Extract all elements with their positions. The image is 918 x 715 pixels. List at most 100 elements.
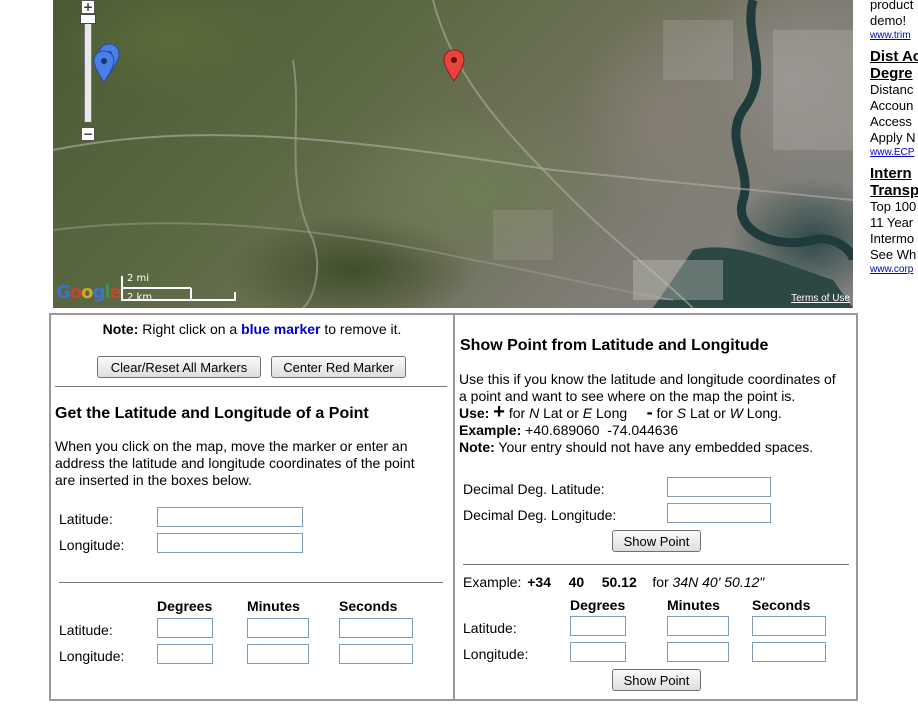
latitude-minutes-input[interactable] xyxy=(667,616,729,636)
get-lat-lon-heading: Get the Latitude and Longitude of a Poin… xyxy=(55,405,369,422)
longitude-minutes-input[interactable] xyxy=(667,642,729,662)
note-line: Note: Your entry should not have any emb… xyxy=(459,439,854,456)
center-red-marker-button[interactable]: Center Red Marker xyxy=(271,356,406,378)
latitude-input[interactable] xyxy=(157,507,303,527)
example-degrees: +34 xyxy=(527,574,551,590)
example-line: Example: +40.689060 -74.044636 xyxy=(459,422,854,439)
use-w: W xyxy=(729,405,743,421)
ad-title-link[interactable]: Degre xyxy=(870,65,918,82)
decimal-latitude-input[interactable] xyxy=(667,477,771,497)
show-point-dms-button[interactable]: Show Point xyxy=(612,669,701,691)
description-line: Use this if you know the latitude and lo… xyxy=(459,371,836,387)
longitude-minutes-input[interactable] xyxy=(247,644,309,664)
seconds-column-header: Seconds xyxy=(339,598,398,614)
dms-longitude-label: Longitude: xyxy=(463,646,529,662)
decimal-longitude-label: Decimal Deg. Longitude: xyxy=(463,507,617,523)
show-point-heading: Show Point from Latitude and Longitude xyxy=(460,337,769,354)
scale-mi-label: 2 mi xyxy=(127,273,150,284)
note-blue-marker: blue marker xyxy=(241,321,321,337)
use-s: S xyxy=(676,405,687,421)
description-line: address the latitude and longitude coord… xyxy=(55,455,415,471)
clear-reset-markers-button[interactable]: Clear/Reset All Markers xyxy=(97,356,261,378)
satellite-map[interactable]: + − Google 2 mi 2 km Terms of Use xyxy=(53,0,853,308)
ad-text-line: See Wh xyxy=(870,247,917,262)
ad-title-link[interactable]: Dist Ac xyxy=(870,48,918,65)
use-text: for xyxy=(508,405,526,421)
degrees-column-header: Degrees xyxy=(157,598,213,614)
use-e: E xyxy=(582,405,593,421)
longitude-seconds-input[interactable] xyxy=(752,642,826,662)
longitude-input[interactable] xyxy=(157,533,303,553)
longitude-seconds-input[interactable] xyxy=(339,644,413,664)
zoom-slider-handle[interactable] xyxy=(80,14,96,24)
minus-sign: - xyxy=(646,402,653,422)
example-seconds: 50.12 xyxy=(601,574,637,590)
divider-line xyxy=(55,386,447,387)
decimal-latitude-label: Decimal Deg. Latitude: xyxy=(463,481,605,497)
minutes-column-header: Minutes xyxy=(667,597,720,613)
ad-text-line: Distanc xyxy=(870,82,914,97)
ad-url-link[interactable]: www.trim xyxy=(870,29,918,43)
note-label: Note: xyxy=(102,321,139,337)
dms-latitude-label: Latitude: xyxy=(59,622,113,638)
show-point-panel: Show Point from Latitude and Longitude U… xyxy=(455,315,856,699)
example-dms: 34N 40' 50.12" xyxy=(672,574,765,590)
description-line: a point and want to see where on the map… xyxy=(459,388,796,404)
use-instructions: Use: + for N Lat or E Long - for S Lat o… xyxy=(459,402,854,422)
dms-example-line: Example: +34 40 50.12 for 34N 40' 50.12" xyxy=(463,574,764,590)
use-n: N xyxy=(529,405,540,421)
latitude-seconds-input[interactable] xyxy=(339,618,413,638)
use-label: Use: xyxy=(459,405,490,421)
dms-latitude-label: Latitude: xyxy=(463,620,517,636)
red-marker-icon[interactable] xyxy=(443,49,465,83)
get-lat-lon-panel: Note: Right click on a blue marker to re… xyxy=(51,315,453,699)
ad-text-line: demo! xyxy=(870,13,907,28)
use-text: for xyxy=(656,405,673,421)
degrees-column-header: Degrees xyxy=(570,597,626,613)
ad-text-line: Access xyxy=(870,114,912,129)
ad-url-link[interactable]: www.ECP xyxy=(870,146,918,160)
longitude-degrees-input[interactable] xyxy=(157,644,213,664)
seconds-column-header: Seconds xyxy=(752,597,811,613)
longitude-degrees-input[interactable] xyxy=(570,642,626,662)
example-label: Example: xyxy=(463,574,522,590)
use-text: Lat or xyxy=(543,405,579,421)
example-minutes: 40 xyxy=(568,574,585,590)
ad-title-link[interactable]: Intern xyxy=(870,165,918,182)
ad-title-link[interactable]: Transp xyxy=(870,182,918,199)
latitude-degrees-input[interactable] xyxy=(570,616,626,636)
map-scale: 2 mi 2 km xyxy=(121,272,237,304)
use-text: Long. xyxy=(746,405,782,421)
latitude-degrees-input[interactable] xyxy=(157,618,213,638)
terms-of-use-link[interactable]: Terms of Use xyxy=(791,293,850,304)
ad-text-line: Top 100 xyxy=(870,199,917,214)
plus-sign: + xyxy=(493,401,505,423)
show-point-decimal-button[interactable]: Show Point xyxy=(612,530,701,552)
decimal-longitude-input[interactable] xyxy=(667,503,771,523)
ad-text-line: Accoun xyxy=(870,98,914,113)
ad-url-link[interactable]: www.corp xyxy=(870,263,918,277)
ad-text-line: Apply N xyxy=(870,130,916,145)
description-line: When you click on the map, move the mark… xyxy=(55,438,408,454)
remove-marker-note: Note: Right click on a blue marker to re… xyxy=(51,321,453,337)
zoom-in-button[interactable]: + xyxy=(81,0,95,14)
latitude-minutes-input[interactable] xyxy=(247,618,309,638)
dms-longitude-label: Longitude: xyxy=(59,648,125,664)
google-logo: Google xyxy=(56,282,122,303)
ad-text-line: product xyxy=(870,0,914,12)
note-text-pre: Right click on a xyxy=(142,321,238,337)
note-label: Note: xyxy=(459,439,495,455)
coordinates-panels: Note: Right click on a blue marker to re… xyxy=(49,313,858,701)
note-text-post: to remove it. xyxy=(324,321,402,337)
latitude-seconds-input[interactable] xyxy=(752,616,826,636)
scale-km-label: 2 km xyxy=(127,292,153,303)
ad-text-line: 11 Year xyxy=(870,215,914,230)
blue-marker-icon[interactable] xyxy=(93,50,115,84)
zoom-out-button[interactable]: − xyxy=(81,127,95,141)
sponsored-links: product demo! www.trim Dist Ac Degre Dis… xyxy=(870,0,918,280)
show-point-description: Use this if you know the latitude and lo… xyxy=(459,371,854,456)
use-text: Lat or xyxy=(689,405,726,421)
latitude-label: Latitude: xyxy=(59,511,113,527)
map-terrain xyxy=(53,0,853,308)
example-for: for xyxy=(652,574,669,590)
